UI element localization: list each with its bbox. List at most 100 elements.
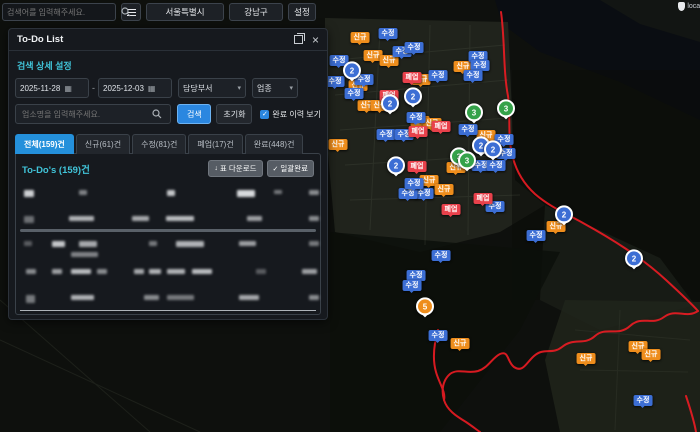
map-marker-new[interactable]: 신규: [451, 338, 470, 349]
map-marker-mod[interactable]: 수정: [379, 28, 398, 39]
panel-header: To-Do List ×: [9, 29, 327, 51]
map-cluster-pin[interactable]: 2: [387, 156, 405, 174]
tab-2[interactable]: 수정(81)건: [132, 134, 186, 154]
search-button[interactable]: 검색: [177, 104, 211, 124]
redacted-cell: [192, 269, 212, 274]
reset-button[interactable]: 초기화: [216, 104, 252, 124]
date-to-field[interactable]: 2025-12-03 ▦: [98, 78, 172, 98]
date-from-value: 2025-11-28: [20, 84, 60, 93]
map-cluster-pin[interactable]: 3: [497, 99, 515, 117]
map-marker-new[interactable]: 신규: [577, 353, 596, 364]
redacted-cell: [24, 190, 34, 197]
map-marker-mod[interactable]: 수정: [407, 112, 426, 123]
table-bottom-divider: [20, 310, 316, 311]
redacted-cell: [24, 241, 32, 246]
redacted-cell: [149, 269, 161, 274]
restore-window-icon[interactable]: [294, 35, 303, 44]
tab-0[interactable]: 전체(159)건: [15, 134, 74, 154]
map-marker-mod[interactable]: 수정: [429, 330, 448, 341]
store-search-input[interactable]: [20, 109, 152, 120]
redacted-cell: [309, 241, 319, 246]
map-marker-mod[interactable]: 수정: [429, 70, 448, 81]
map-marker-new[interactable]: 신규: [329, 139, 348, 150]
redacted-cell: [239, 295, 259, 300]
redacted-cell: [302, 269, 317, 274]
redacted-cell: [167, 190, 175, 196]
tab-4[interactable]: 완료(448)건: [245, 134, 304, 154]
calendar-icon[interactable]: ▦: [64, 84, 72, 93]
map-marker-new[interactable]: 신규: [351, 32, 370, 43]
checkbox-check-icon: ✓: [260, 110, 269, 119]
completed-history-checkbox[interactable]: ✓ 완료 이력 보기: [260, 109, 321, 120]
redacted-cell: [166, 216, 194, 221]
map-marker-closed[interactable]: 폐업: [403, 72, 422, 83]
map-marker-mod[interactable]: 수정: [326, 76, 345, 87]
close-icon[interactable]: ×: [312, 34, 319, 46]
redacted-cell: [79, 241, 97, 247]
map-marker-new[interactable]: 신규: [435, 184, 454, 195]
map-cluster-pin[interactable]: 2: [484, 140, 502, 158]
search-settings-title: 검색 상세 설정: [9, 51, 327, 78]
map-marker-closed[interactable]: 폐업: [409, 126, 428, 137]
app-root: { "brand": {"label": "locam"}, "topbar":…: [0, 0, 700, 432]
department-select[interactable]: 담당부서 ▾: [178, 78, 246, 98]
map-cluster-pin[interactable]: 2: [625, 249, 643, 267]
check-circle-icon: ✓: [273, 165, 279, 173]
map-cluster-pin[interactable]: 3: [458, 151, 476, 169]
chevron-down-icon: ▾: [237, 84, 241, 92]
bulk-complete-button[interactable]: ✓ 일괄완료: [267, 160, 314, 177]
map-marker-mod[interactable]: 수정: [432, 250, 451, 261]
map-marker-mod[interactable]: 수정: [405, 178, 424, 189]
tab-3[interactable]: 폐업(17)건: [188, 134, 242, 154]
map-cluster-pin[interactable]: 2: [404, 87, 422, 105]
redacted-cell: [132, 216, 149, 221]
redacted-cell: [149, 241, 157, 246]
settings-button[interactable]: 설정: [288, 3, 316, 21]
top-bar: 서울특별시 강남구 설정: [0, 0, 700, 24]
tab-1[interactable]: 신규(61)건: [76, 134, 130, 154]
brand-label: locam: [687, 3, 700, 10]
redacted-cell: [79, 190, 87, 195]
search-icon[interactable]: [121, 7, 131, 17]
global-search-field[interactable]: [2, 3, 116, 21]
table-download-label: 표 다운로드: [220, 163, 257, 174]
redacted-cell: [176, 241, 204, 247]
horizontal-scrollbar[interactable]: [20, 229, 316, 232]
redacted-cell: [24, 216, 34, 223]
search-icon[interactable]: [152, 109, 162, 119]
date-from-field[interactable]: 2025-11-28 ▦: [15, 78, 89, 98]
location-pin-icon: [678, 2, 685, 11]
map-cluster-pin[interactable]: 3: [465, 103, 483, 121]
map-cluster-pin[interactable]: 2: [343, 61, 361, 79]
map-marker-mod[interactable]: 수정: [405, 42, 424, 53]
map-marker-closed[interactable]: 폐업: [442, 204, 461, 215]
map-marker-mod[interactable]: 수정: [464, 70, 483, 81]
global-search-input[interactable]: [3, 8, 121, 17]
category-select[interactable]: 업종 ▾: [252, 78, 298, 98]
city-select-button[interactable]: 서울특별시: [146, 3, 224, 21]
redacted-cell: [71, 269, 91, 274]
map-cluster-pin[interactable]: 5: [416, 297, 434, 315]
map-marker-mod[interactable]: 수정: [377, 129, 396, 140]
redacted-cell: [71, 252, 98, 257]
map-marker-closed[interactable]: 폐업: [408, 161, 427, 172]
map-cluster-pin[interactable]: 2: [555, 205, 573, 223]
map-marker-mod[interactable]: 수정: [345, 88, 364, 99]
map-cluster-pin[interactable]: 2: [381, 94, 399, 112]
table-download-button[interactable]: ↓ 표 다운로드: [208, 160, 262, 177]
search-row: 검색 초기화 ✓ 완료 이력 보기: [9, 104, 327, 124]
list-title: To-Do's (159)건: [22, 162, 204, 176]
map-marker-closed[interactable]: 폐업: [432, 121, 451, 132]
store-search-field[interactable]: [15, 104, 171, 124]
filter-row: 2025-11-28 ▦ - 2025-12-03 ▦ 담당부서 ▾ 업종 ▾: [9, 78, 327, 98]
redacted-cell: [309, 216, 319, 221]
map-marker-closed[interactable]: 폐업: [474, 193, 493, 204]
map-marker-mod[interactable]: 수정: [403, 280, 422, 291]
map-marker-new[interactable]: 신규: [642, 349, 661, 360]
redacted-cell: [52, 241, 65, 247]
map-marker-mod[interactable]: 수정: [527, 230, 546, 241]
map-marker-mod[interactable]: 수정: [634, 395, 653, 406]
calendar-icon[interactable]: ▦: [148, 84, 156, 93]
district-select-button[interactable]: 강남구: [229, 3, 283, 21]
redacted-cell: [144, 295, 159, 300]
